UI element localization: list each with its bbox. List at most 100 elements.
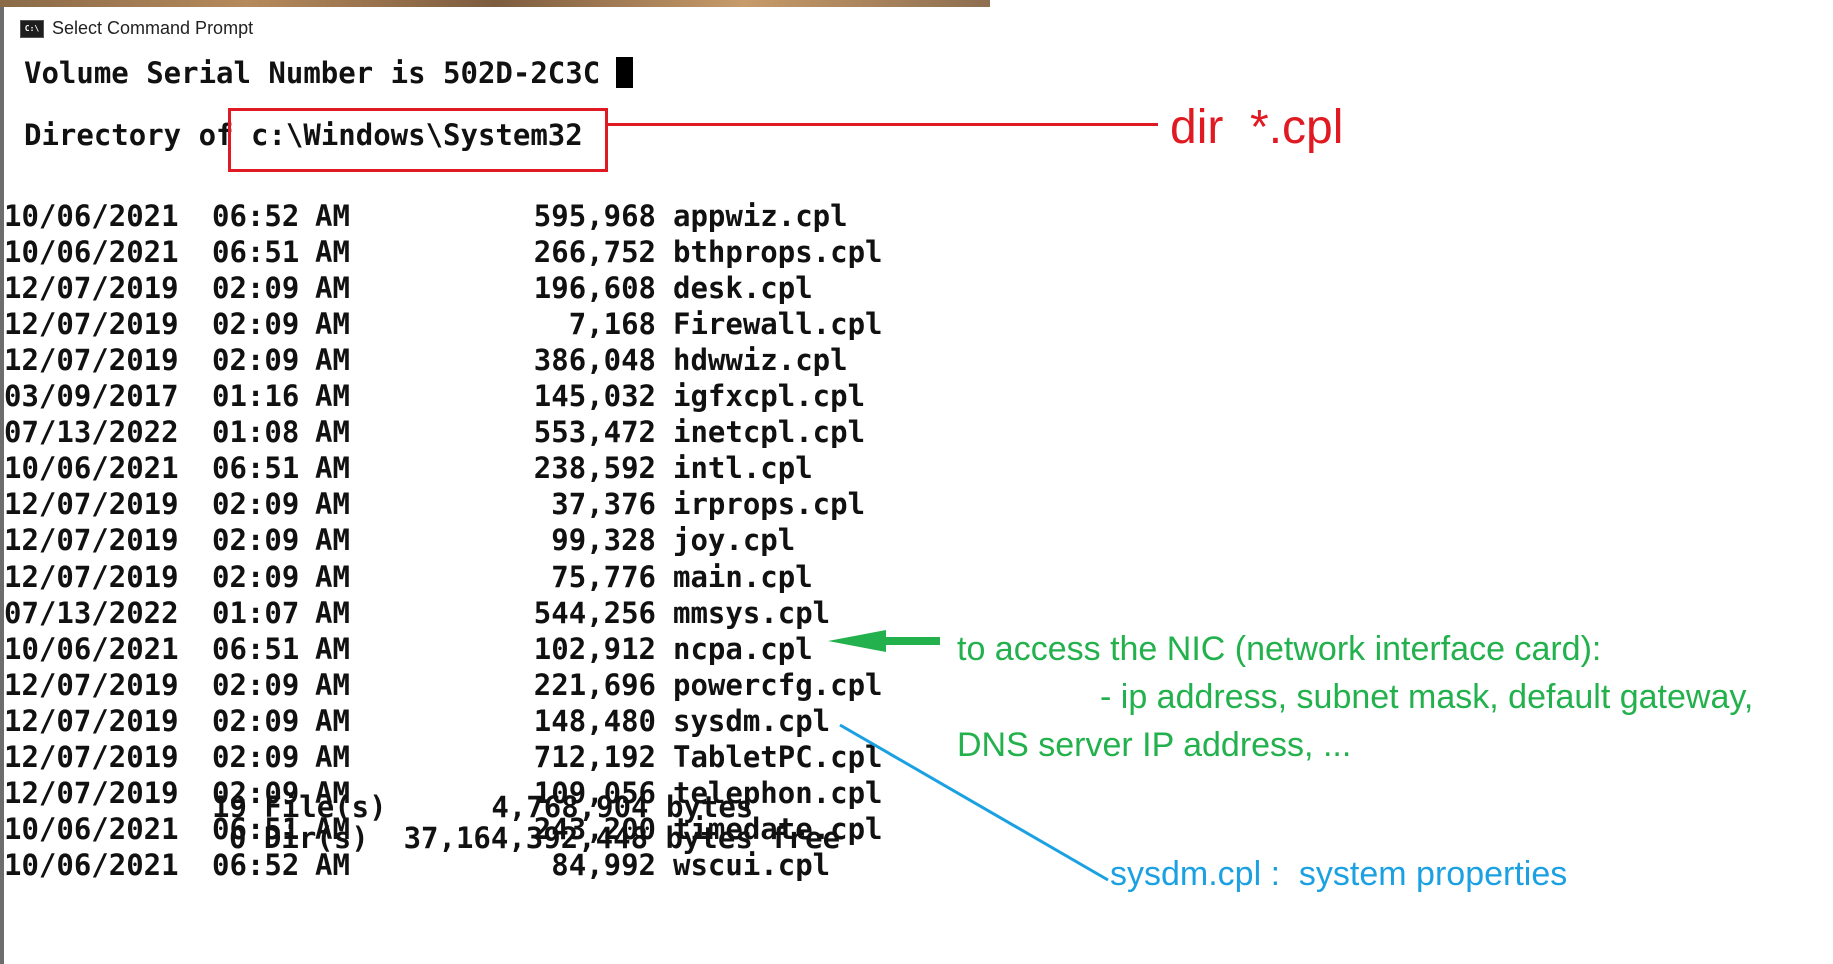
file-name: mmsys.cpl	[673, 595, 831, 630]
file-name: intl.cpl	[673, 451, 813, 486]
volume-serial-line: Volume Serial Number is 502D-2C3C	[24, 55, 634, 91]
ncpa-note-line3: DNS server IP address, ...	[957, 726, 1352, 764]
file-row: 10/06/2021 06:51 AM 102,912 ncpa.cpl	[4, 631, 813, 667]
file-time: 02:09	[212, 559, 300, 594]
file-time: 06:51	[212, 235, 300, 270]
file-time: 02:09	[212, 487, 300, 522]
file-time: 02:09	[212, 703, 300, 738]
file-date: 12/07/2019	[4, 343, 179, 378]
file-row: 07/13/2022 01:08 AM 553,472 inetcpl.cpl	[4, 414, 865, 450]
file-date: 10/06/2021	[4, 199, 179, 233]
file-ampm: AM	[315, 487, 350, 522]
file-time: 01:07	[212, 595, 300, 630]
directory-highlight-box	[228, 108, 608, 172]
directory-prefix: Directory of	[24, 118, 251, 152]
file-ampm: AM	[315, 703, 350, 738]
file-name: igfxcpl.cpl	[673, 379, 866, 414]
file-time: 02:09	[212, 271, 300, 306]
file-date: 10/06/2021	[4, 451, 179, 486]
ncpa-note-line2: - ip address, subnet mask, default gatew…	[1100, 678, 1754, 716]
file-size: 266,752	[533, 235, 656, 270]
file-ampm: AM	[315, 559, 350, 594]
file-name: hdwwiz.cpl	[673, 343, 848, 378]
file-time: 02:09	[212, 523, 300, 558]
file-name: bthprops.cpl	[673, 235, 883, 270]
file-size: 553,472	[533, 415, 656, 450]
file-ampm: AM	[315, 199, 350, 233]
file-name: powercfg.cpl	[673, 667, 883, 702]
red-connector-line	[608, 123, 1158, 126]
file-size: 221,696	[533, 667, 656, 702]
file-ampm: AM	[315, 451, 350, 486]
file-ampm: AM	[315, 307, 350, 342]
ncpa-note-line1: to access the NIC (network interface car…	[957, 630, 1602, 668]
file-row: 12/07/2019 02:09 AM 221,696 powercfg.cpl	[4, 667, 883, 703]
file-name: sysdm.cpl	[673, 703, 831, 738]
file-date: 12/07/2019	[4, 559, 179, 594]
file-ampm: AM	[315, 667, 350, 702]
file-date: 12/07/2019	[4, 487, 179, 522]
file-row: 10/06/2021 06:51 AM 238,592 intl.cpl	[4, 450, 813, 486]
file-row: 12/07/2019 02:09 AM 99,328 joy.cpl	[4, 522, 795, 558]
file-row: 10/06/2021 06:52 AM 595,968 appwiz.cpl	[4, 198, 848, 234]
file-date: 03/09/2017	[4, 379, 179, 414]
file-size: 99,328	[551, 523, 656, 558]
file-size: 544,256	[533, 595, 656, 630]
file-date: 12/07/2019	[4, 703, 179, 738]
file-time: 06:51	[212, 631, 300, 666]
file-size: 145,032	[533, 379, 656, 414]
file-name: Firewall.cpl	[673, 307, 883, 342]
command-annotation: dir *.cpl	[1170, 101, 1344, 154]
cmd-icon: C:\	[20, 20, 44, 38]
file-date: 12/07/2019	[4, 307, 179, 342]
file-ampm: AM	[315, 271, 350, 306]
file-date: 10/06/2021	[4, 235, 179, 270]
file-name: desk.cpl	[673, 271, 813, 306]
file-time: 01:16	[212, 379, 300, 414]
file-time: 02:09	[212, 307, 300, 342]
text-cursor	[616, 57, 634, 88]
file-size: 75,776	[551, 559, 656, 594]
file-name: inetcpl.cpl	[673, 415, 866, 450]
file-size: 238,592	[533, 451, 656, 486]
file-size: 148,480	[533, 703, 656, 738]
file-ampm: AM	[315, 415, 350, 450]
file-size: 37,376	[551, 487, 656, 522]
file-time: 06:52	[212, 199, 300, 233]
file-name: appwiz.cpl	[673, 199, 848, 233]
summary-dirs-text: 0 Dir(s) 37,164,392,448 bytes free	[229, 821, 841, 855]
window-title: Select Command Prompt	[52, 18, 254, 38]
title-bar[interactable]: C:\ Select Command Prompt	[4, 7, 990, 45]
file-date: 10/06/2021	[4, 631, 179, 666]
file-size: 7,168	[568, 307, 656, 342]
file-row: 12/07/2019 02:09 AM 37,376 irprops.cpl	[4, 486, 865, 522]
file-time: 02:09	[212, 343, 300, 378]
file-date: 07/13/2022	[4, 415, 179, 450]
file-date: 12/07/2019	[4, 271, 179, 306]
file-row: 12/07/2019 02:09 AM 386,048 hdwwiz.cpl	[4, 342, 848, 378]
file-row: 07/13/2022 01:07 AM 544,256 mmsys.cpl	[4, 595, 830, 631]
summary-dirs-line: 0 Dir(s) 37,164,392,448 bytes free	[4, 784, 904, 855]
file-row: 03/09/2017 01:16 AM 145,032 igfxcpl.cpl	[4, 378, 865, 414]
file-row: 12/07/2019 02:09 AM 196,608 desk.cpl	[4, 270, 813, 306]
file-ampm: AM	[315, 343, 350, 378]
file-date: 12/07/2019	[4, 523, 179, 558]
file-date: 12/07/2019	[4, 667, 179, 702]
file-row: 10/06/2021 06:51 AM 266,752 bthprops.cpl	[4, 234, 883, 270]
file-date: 07/13/2022	[4, 595, 179, 630]
file-ampm: AM	[315, 235, 350, 270]
file-row: 12/07/2019 02:09 AM 148,480 sysdm.cpl	[4, 703, 830, 739]
file-time: 06:51	[212, 451, 300, 486]
sysdm-note: sysdm.cpl : system properties	[1110, 855, 1568, 893]
desktop-background-strip	[0, 0, 990, 7]
file-name: irprops.cpl	[673, 487, 866, 522]
file-row: 12/07/2019 02:09 AM 75,776 main.cpl	[4, 559, 813, 595]
file-ampm: AM	[315, 523, 350, 558]
volume-serial-text: Volume Serial Number is 502D-2C3C	[24, 56, 601, 90]
file-name: joy.cpl	[673, 523, 796, 558]
file-ampm: AM	[315, 595, 350, 630]
file-size: 102,912	[533, 631, 656, 666]
file-size: 196,608	[533, 271, 656, 306]
file-time: 02:09	[212, 667, 300, 702]
file-name: main.cpl	[673, 559, 813, 594]
